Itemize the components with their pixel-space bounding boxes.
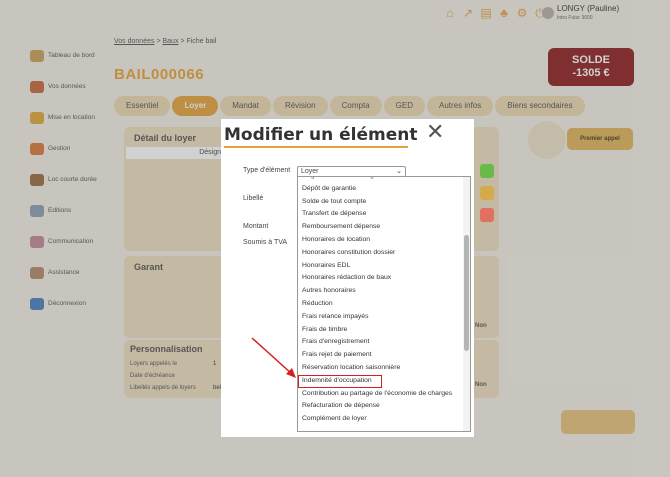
type-select-value: Loyer	[301, 168, 319, 175]
dropdown-option[interactable]: Frais relance impayés	[298, 311, 470, 324]
scrollbar-thumb[interactable]	[464, 235, 469, 351]
add-icon[interactable]	[480, 164, 494, 178]
dropdown-option[interactable]: Refacturation de dépense	[298, 400, 470, 413]
edit-icon[interactable]	[480, 186, 494, 200]
libelle-label: Libellé	[243, 195, 264, 202]
dropdown-option[interactable]: Frais d'enregistrement	[298, 336, 470, 349]
dropdown-option[interactable]: Honoraires de location	[298, 234, 470, 247]
modal-title-underline	[224, 146, 408, 148]
montant-label: Montant	[243, 223, 269, 230]
dropdown-option[interactable]: Honoraires rédaction de baux	[298, 272, 470, 285]
dropdown-option[interactable]: Réduction	[298, 298, 470, 311]
dropdown-option[interactable]: Frais de timbre	[298, 324, 470, 337]
dropdown-option[interactable]: Régularisation de charges	[298, 177, 470, 183]
close-icon[interactable]: ✕	[426, 121, 444, 143]
dropdown-option[interactable]: Complément de loyer	[298, 413, 470, 426]
dropdown-option[interactable]: Frais rejet de paiement	[298, 349, 470, 362]
dropdown-option[interactable]: Contribution au partage de l'économie de…	[298, 388, 470, 401]
annotation-arrow	[251, 337, 296, 378]
trash-icon[interactable]	[480, 208, 494, 222]
type-label: Type d'élément	[243, 167, 291, 174]
dropdown-option[interactable]: Dépôt de garantie	[298, 183, 470, 196]
tva-label: Soumis à TVA	[243, 239, 288, 246]
edit-modal: Modifier un élément ✕ Type d'élément Lib…	[221, 119, 474, 437]
modal-title: Modifier un élément	[224, 125, 418, 145]
dropdown-option[interactable]: Remboursement dépense	[298, 221, 470, 234]
type-dropdown-list[interactable]: Régularisation de chargesDépôt de garant…	[297, 176, 471, 432]
dropdown-option[interactable]: Honoraires EDL	[298, 260, 470, 273]
dropdown-option[interactable]: Indemnité d'occupation	[298, 374, 382, 388]
dropdown-scrollbar[interactable]	[463, 177, 470, 431]
dropdown-option[interactable]: Solde de tout compte	[298, 196, 470, 209]
dropdown-option[interactable]: Réservation location saisonnière	[298, 362, 470, 375]
dropdown-option[interactable]: Autres honoraires	[298, 285, 470, 298]
dropdown-option[interactable]: Transfert de dépense	[298, 208, 470, 221]
dropdown-option[interactable]: Honoraires constitution dossier	[298, 247, 470, 260]
